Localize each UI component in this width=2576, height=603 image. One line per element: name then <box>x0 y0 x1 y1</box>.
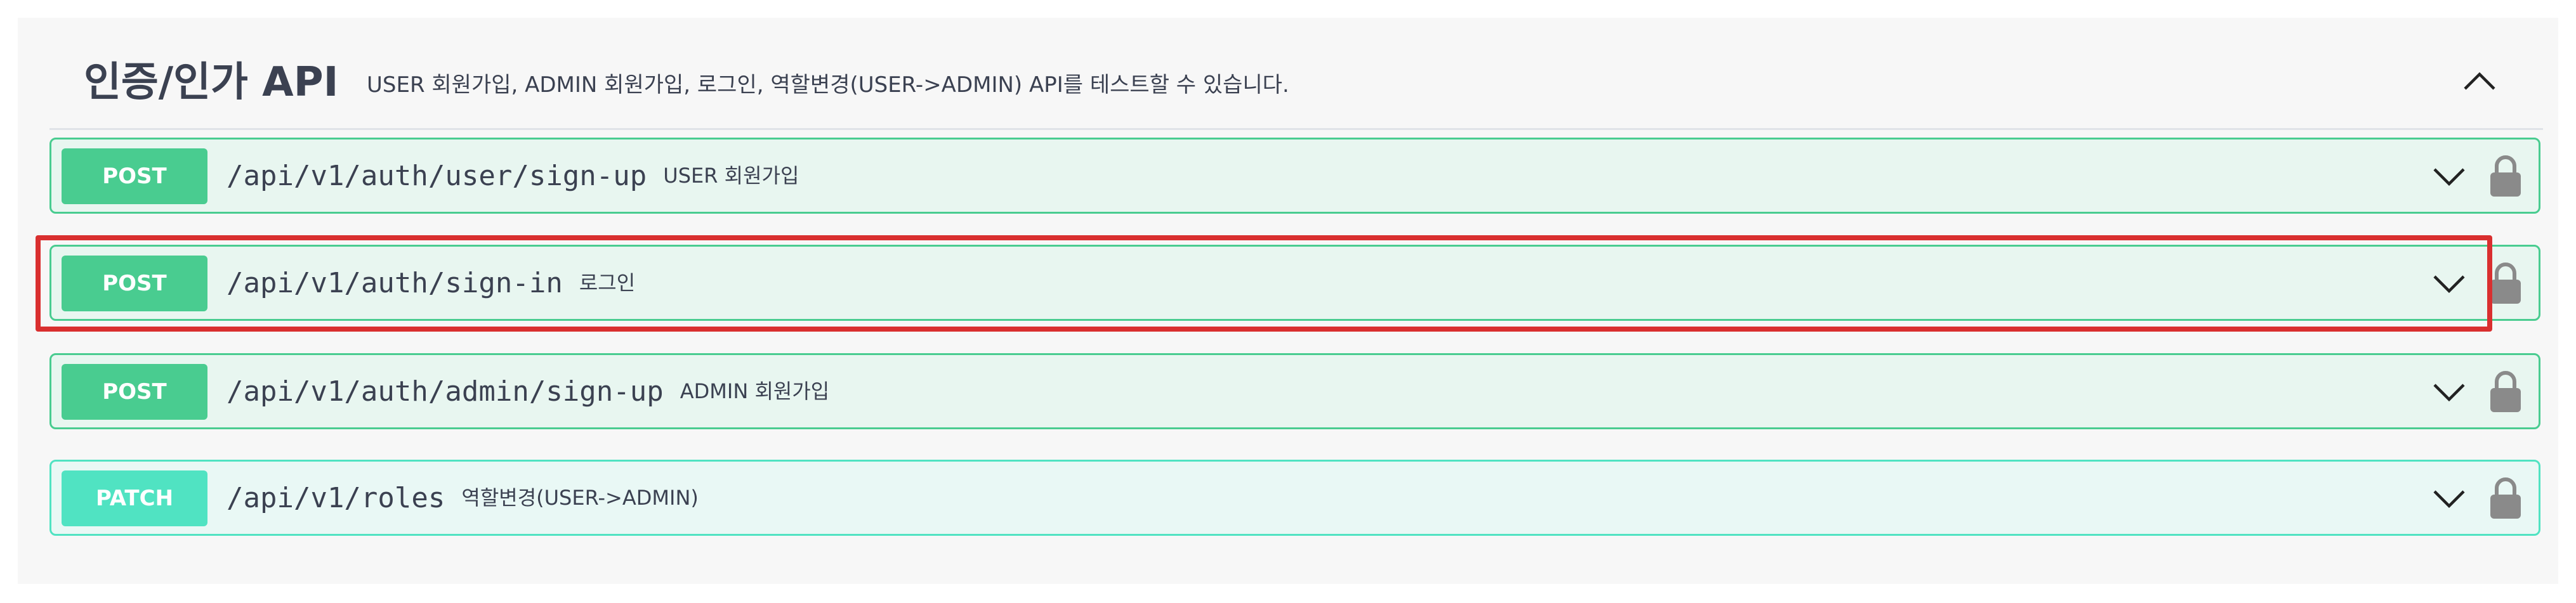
method-badge: POST <box>62 364 207 420</box>
chevron-down-icon <box>2433 168 2465 186</box>
expand-button[interactable] <box>2429 264 2469 304</box>
operation-summary: 역할변경(USER->ADMIN) <box>461 486 699 510</box>
lock-icon[interactable] <box>2488 476 2523 520</box>
expand-button[interactable] <box>2429 157 2469 197</box>
api-section: 인증/인가 API USER 회원가입, ADMIN 회원가입, 로그인, 역할… <box>18 18 2558 584</box>
path-text: /api/v1/auth/admin/sign-up <box>227 375 664 408</box>
section-header[interactable]: 인증/인가 API USER 회원가입, ADMIN 회원가입, 로그인, 역할… <box>49 18 2543 130</box>
operation-path: /api/v1/auth/user/sign-up USER 회원가입 <box>227 160 799 192</box>
lock-icon[interactable] <box>2488 261 2523 305</box>
operation-path: /api/v1/roles 역할변경(USER->ADMIN) <box>227 482 699 514</box>
operation-patch-roles[interactable]: PATCH /api/v1/roles 역할변경(USER->ADMIN) <box>49 460 2540 536</box>
lock-icon[interactable] <box>2488 153 2523 198</box>
operation-post-sign-in[interactable]: POST /api/v1/auth/sign-in 로그인 <box>49 245 2540 321</box>
method-badge: POST <box>62 256 207 311</box>
method-badge: POST <box>62 148 207 204</box>
expand-button[interactable] <box>2429 373 2469 412</box>
collapse-button[interactable] <box>2454 56 2505 107</box>
operation-path: /api/v1/auth/sign-in 로그인 <box>227 267 635 299</box>
chevron-up-icon <box>2464 72 2495 90</box>
section-title[interactable]: 인증/인가 API <box>84 49 338 108</box>
chevron-down-icon <box>2433 384 2465 402</box>
operation-path: /api/v1/auth/admin/sign-up ADMIN 회원가입 <box>227 375 829 408</box>
operation-summary: 로그인 <box>579 271 636 295</box>
lock-icon[interactable] <box>2488 369 2523 413</box>
method-badge: PATCH <box>62 470 207 526</box>
expand-button[interactable] <box>2429 479 2469 519</box>
chevron-down-icon <box>2433 275 2465 294</box>
operation-post-user-sign-up[interactable]: POST /api/v1/auth/user/sign-up USER 회원가입 <box>49 138 2540 214</box>
section-description: USER 회원가입, ADMIN 회원가입, 로그인, 역할변경(USER->A… <box>367 72 1289 98</box>
path-text: /api/v1/auth/user/sign-up <box>227 160 647 192</box>
path-text: /api/v1/auth/sign-in <box>227 267 563 299</box>
path-text: /api/v1/roles <box>227 482 445 514</box>
operation-summary: USER 회원가입 <box>663 164 799 188</box>
chevron-down-icon <box>2433 490 2465 509</box>
operation-post-admin-sign-up[interactable]: POST /api/v1/auth/admin/sign-up ADMIN 회원가… <box>49 353 2540 429</box>
operation-summary: ADMIN 회원가입 <box>680 379 830 403</box>
